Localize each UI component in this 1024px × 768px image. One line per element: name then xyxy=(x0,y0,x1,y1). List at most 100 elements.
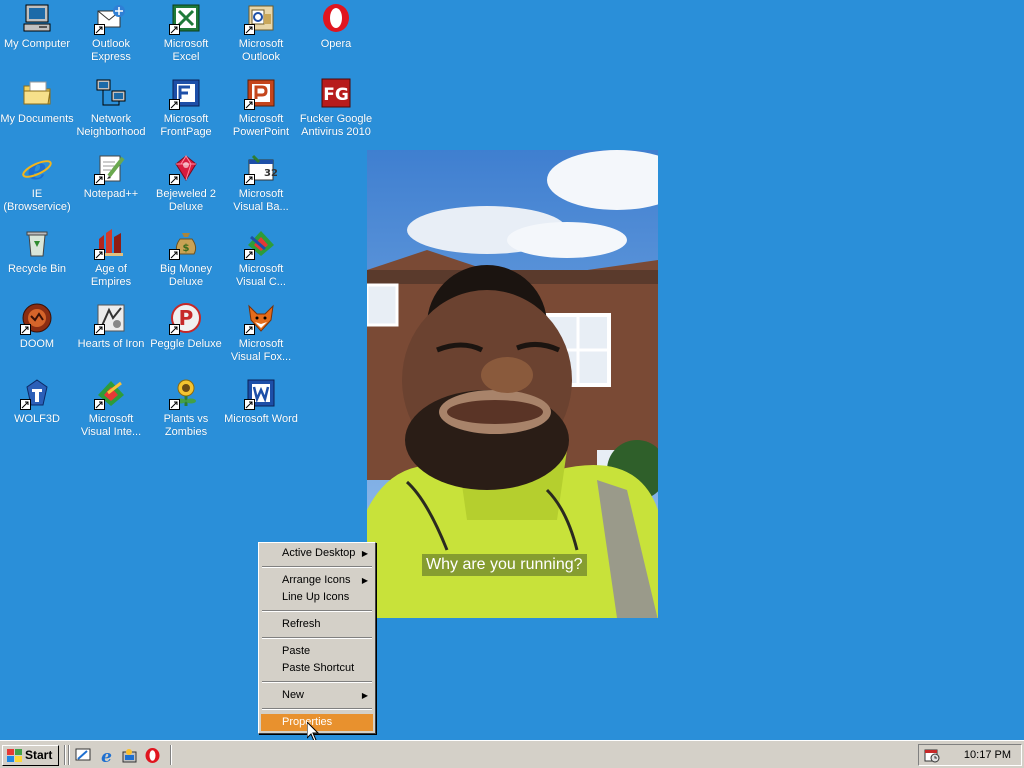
desktop-icon-microsoft-outlook[interactable]: Microsoft Outlook xyxy=(224,0,298,64)
desktop-icon-my-computer[interactable]: My Computer xyxy=(0,0,74,51)
windows-logo-icon xyxy=(7,749,22,762)
svg-text:P: P xyxy=(179,306,194,330)
desktop-icon-visual-c[interactable]: Microsoft Visual C... xyxy=(224,225,298,289)
menu-item-new[interactable]: New ▶ xyxy=(261,687,373,704)
desktop-icon-label: My Documents xyxy=(0,113,74,125)
desktop-icon-label: Microsoft Visual Fox... xyxy=(230,338,292,363)
excel-icon xyxy=(169,2,202,35)
desktop-icon-label: Fucker Google Antivirus 2010 xyxy=(299,113,373,138)
peggle-icon: P xyxy=(169,302,202,335)
desktop-icon-label: My Computer xyxy=(3,38,71,50)
opera-icon[interactable] xyxy=(144,747,161,764)
desktop-icon-label: Microsoft PowerPoint xyxy=(232,113,290,138)
desktop-icon-microsoft-word[interactable]: Microsoft Word xyxy=(224,375,298,426)
desktop-icon-age-of-empires[interactable]: Age of Empires xyxy=(74,225,148,289)
desktop-icon-doom[interactable]: DOOM xyxy=(0,300,74,351)
menu-item-label: Refresh xyxy=(282,618,321,630)
menu-item-label: Paste Shortcut xyxy=(282,662,355,674)
desktop-icon-outlook-express[interactable]: Outlook Express xyxy=(74,0,148,64)
taskbar-clock[interactable]: 10:17 PM xyxy=(964,745,1011,765)
plants-vs-zombies-icon xyxy=(169,377,202,410)
menu-item-refresh[interactable]: Refresh xyxy=(261,616,373,633)
taskbar-separator xyxy=(64,745,66,765)
taskbar: Start e 10:17 PM xyxy=(0,740,1024,768)
start-button[interactable]: Start xyxy=(2,745,59,766)
menu-item-label: New xyxy=(282,689,305,701)
desktop-icon-label: Bejeweled 2 Deluxe xyxy=(156,188,216,213)
desktop-icon-hearts-of-iron[interactable]: Hearts of Iron xyxy=(74,300,148,351)
desktop-icon-label: Microsoft FrontPage xyxy=(160,113,212,138)
menu-separator xyxy=(262,637,372,639)
taskbar-separator xyxy=(68,745,70,765)
desktop-icon-label: Microsoft Visual Inte... xyxy=(80,413,142,438)
desktop-icon-label: Plants vs Zombies xyxy=(163,413,209,438)
desktop-icon-bejeweled[interactable]: Bejeweled 2 Deluxe xyxy=(149,150,223,214)
taskbar-separator xyxy=(170,745,172,765)
fox-icon xyxy=(244,302,277,335)
desktop-icon-big-money[interactable]: $ Big Money Deluxe xyxy=(149,225,223,289)
word-icon xyxy=(244,377,277,410)
menu-item-active-desktop[interactable]: Active Desktop ▶ xyxy=(261,545,373,562)
menu-item-paste[interactable]: Paste xyxy=(261,643,373,660)
desktop-icon-visual-foxpro[interactable]: Microsoft Visual Fox... xyxy=(224,300,298,364)
visual-interdev-icon xyxy=(94,377,127,410)
desktop-icon-label: Outlook Express xyxy=(91,38,131,63)
internet-explorer-icon[interactable]: e xyxy=(98,747,115,767)
visual-c-icon xyxy=(244,227,277,260)
menu-item-label: Paste xyxy=(282,645,311,657)
submenu-arrow-icon: ▶ xyxy=(361,549,368,558)
wolf3d-icon xyxy=(20,377,53,410)
start-label: Start xyxy=(25,748,53,762)
desktop-icon-fg-antivirus[interactable]: FG Fucker Google Antivirus 2010 xyxy=(299,75,373,139)
bejeweled-icon xyxy=(169,152,202,185)
computer-icon xyxy=(21,2,53,34)
svg-text:e: e xyxy=(101,747,112,764)
opera-icon xyxy=(320,2,352,34)
antivirus-icon: FG xyxy=(320,77,352,109)
desktop-icon-label: IE (Browservice) xyxy=(3,188,71,213)
wallpaper-photo xyxy=(367,150,658,618)
age-of-empires-icon xyxy=(94,227,127,260)
scheduler-icon[interactable] xyxy=(924,747,940,763)
outlook-express-icon xyxy=(94,2,127,35)
desktop-icon-peggle[interactable]: P Peggle Deluxe xyxy=(149,300,223,351)
desktop-icon-microsoft-excel[interactable]: Microsoft Excel xyxy=(149,0,223,64)
menu-item-label: Arrange Icons xyxy=(282,574,351,586)
menu-separator xyxy=(262,566,372,568)
desktop-icon-microsoft-powerpoint[interactable]: Microsoft PowerPoint xyxy=(224,75,298,139)
desktop-icon-label: Opera xyxy=(320,38,352,50)
desktop-icon-recycle-bin[interactable]: Recycle Bin xyxy=(0,225,74,276)
desktop-icon-network-neighborhood[interactable]: Network Neighborhood xyxy=(74,75,148,139)
desktop-icon-label: WOLF3D xyxy=(14,413,60,425)
desktop-icon-my-documents[interactable]: My Documents xyxy=(0,75,74,126)
money-bag-icon: $ xyxy=(169,227,202,260)
desktop-icon-label: Microsoft Outlook xyxy=(238,38,284,63)
desktop[interactable]: My Computer My Documents e IE (Browservi… xyxy=(0,0,1024,742)
network-icon xyxy=(95,77,127,109)
desktop-icon-visual-basic[interactable]: 32 Microsoft Visual Ba... xyxy=(224,150,298,214)
desktop-icon-wolf3d[interactable]: WOLF3D xyxy=(0,375,74,426)
menu-item-arrange-icons[interactable]: Arrange Icons ▶ xyxy=(261,572,373,589)
mouse-cursor-icon xyxy=(306,720,320,742)
desktop-icon-label: Microsoft Word xyxy=(224,413,298,425)
internet-explorer-icon: e xyxy=(21,152,53,184)
desktop-icon-visual-interdev[interactable]: Microsoft Visual Inte... xyxy=(74,375,148,439)
desktop-icon-opera[interactable]: Opera xyxy=(299,0,373,51)
doom-icon xyxy=(20,302,53,335)
frontpage-icon xyxy=(169,77,202,110)
menu-item-paste-shortcut[interactable]: Paste Shortcut xyxy=(261,660,373,677)
desktop-icon-ie[interactable]: e IE (Browservice) xyxy=(0,150,74,214)
channels-icon[interactable] xyxy=(121,747,138,764)
desktop-icon-label: Recycle Bin xyxy=(7,263,67,275)
outlook-icon xyxy=(244,2,277,35)
menu-item-line-up-icons[interactable]: Line Up Icons xyxy=(261,589,373,606)
desktop-icon-label: DOOM xyxy=(19,338,55,350)
svg-text:$: $ xyxy=(183,243,190,254)
desktop-icon-microsoft-frontpage[interactable]: Microsoft FrontPage xyxy=(149,75,223,139)
video-caption: Why are you running? xyxy=(422,554,587,576)
desktop-icon-plants-vs-zombies[interactable]: Plants vs Zombies xyxy=(149,375,223,439)
desktop-icon-label: Network Neighborhood xyxy=(76,113,146,138)
desktop-icon-notepadpp[interactable]: Notepad++ xyxy=(74,150,148,201)
desktop-icon-label: Microsoft Visual Ba... xyxy=(233,188,289,213)
show-desktop-icon[interactable] xyxy=(75,747,92,764)
